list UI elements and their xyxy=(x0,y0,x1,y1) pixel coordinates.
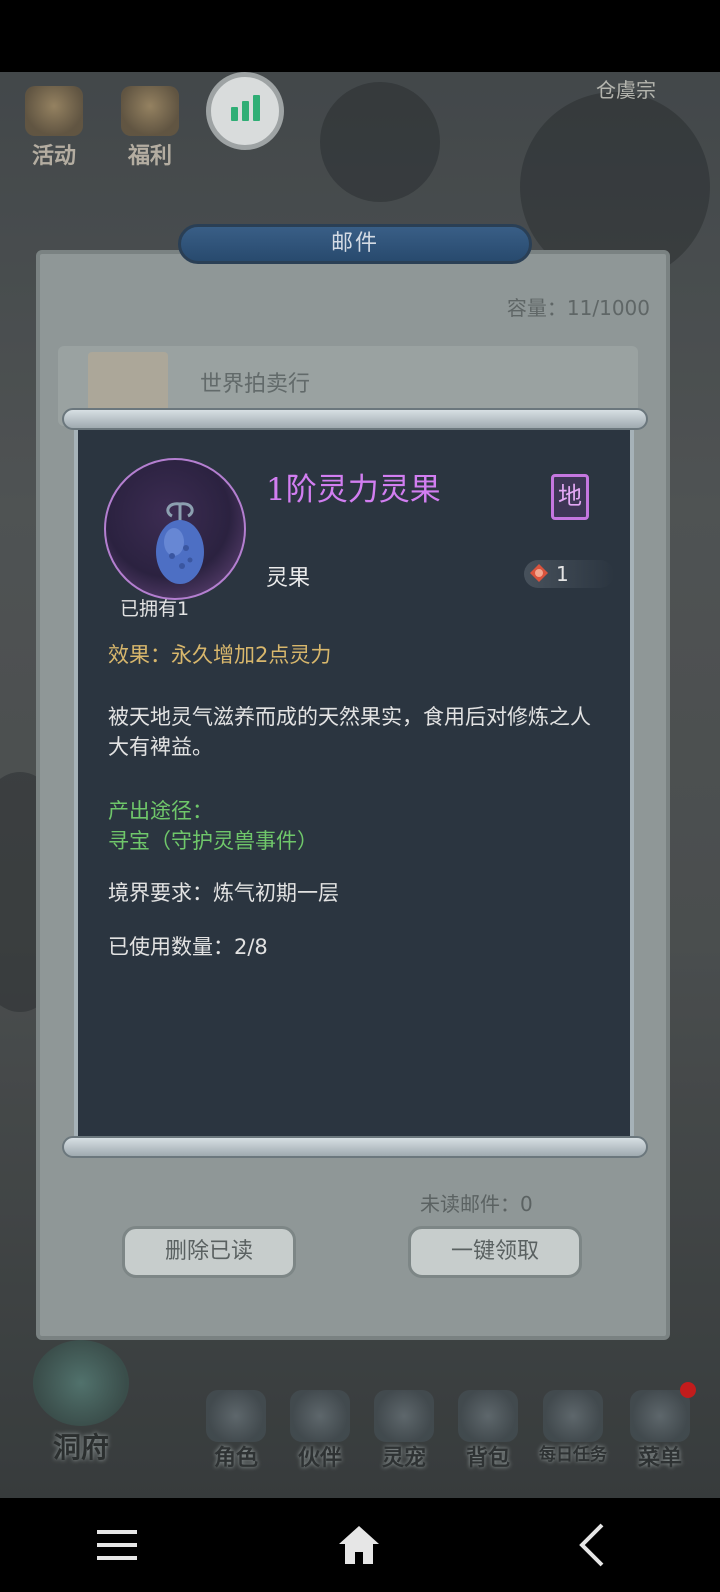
nav-companion[interactable]: 伙伴 xyxy=(280,1390,360,1472)
unread-count: 未读邮件：0 xyxy=(420,1192,533,1216)
claim-all-button[interactable]: 一键领取 xyxy=(408,1226,582,1278)
signal-bar xyxy=(241,101,249,121)
notification-dot xyxy=(680,1382,696,1398)
spirit-fruit-icon xyxy=(156,502,204,584)
signal-button[interactable] xyxy=(206,72,284,150)
event-label: 活动 xyxy=(31,143,76,169)
signal-bars-icon xyxy=(230,107,238,121)
nav-menu[interactable]: 菜单 xyxy=(620,1390,700,1472)
mail-entry-title: 世界拍卖行 xyxy=(200,372,311,397)
cave-icon xyxy=(33,1340,129,1426)
companion-icon xyxy=(290,1390,350,1442)
popup-bottom-rail xyxy=(62,1136,648,1158)
recent-apps-button[interactable] xyxy=(72,1498,162,1592)
nav-label: 伙伴 xyxy=(297,1445,342,1471)
daily-task-icon xyxy=(543,1390,603,1442)
welfare-label: 福利 xyxy=(127,143,172,169)
menu-lines-icon xyxy=(97,1530,137,1560)
event-button[interactable]: 活动 xyxy=(22,86,86,169)
item-description: 被天地灵气滋养而成的天然果实，食用后对修炼之人大有裨益。 xyxy=(108,705,591,759)
event-icon xyxy=(25,86,83,136)
home-icon xyxy=(339,1526,379,1564)
background-decoration xyxy=(320,82,440,202)
pet-icon xyxy=(374,1390,434,1442)
nav-label: 每日任务 xyxy=(539,1445,607,1465)
home-button[interactable] xyxy=(314,1498,404,1592)
nav-pet[interactable]: 灵宠 xyxy=(364,1390,444,1472)
mail-capacity: 容量：11/1000 xyxy=(506,296,650,320)
source-label: 产出途径： xyxy=(108,799,213,823)
back-icon xyxy=(579,1523,604,1567)
sect-name: 仓虞宗 xyxy=(596,78,656,102)
system-navigation-bar xyxy=(0,1498,720,1592)
source-value: 寻宝（守护灵兽事件） xyxy=(108,829,318,853)
spirit-stone-icon xyxy=(530,564,548,582)
menu-icon xyxy=(630,1390,690,1442)
item-name: 1阶灵力灵果 xyxy=(266,472,441,508)
bag-icon xyxy=(458,1390,518,1442)
character-icon xyxy=(206,1390,266,1442)
status-bar xyxy=(0,0,720,72)
mail-title: 邮件 xyxy=(178,224,532,264)
item-effect: 效果：永久增加2点灵力 xyxy=(108,643,332,667)
nav-label: 灵宠 xyxy=(381,1445,426,1471)
realm-requirement: 境界要求：炼气初期一层 xyxy=(108,881,339,905)
cave-label: 洞府 xyxy=(52,1431,109,1464)
nav-label: 背包 xyxy=(465,1445,510,1471)
owned-count: 已拥有1 xyxy=(120,598,190,620)
back-button[interactable] xyxy=(546,1498,636,1592)
popup-top-rail xyxy=(62,408,648,430)
signal-bar xyxy=(252,95,260,121)
nav-daily-task[interactable]: 每日任务 xyxy=(528,1390,618,1465)
nav-bag[interactable]: 背包 xyxy=(448,1390,528,1472)
delete-read-button[interactable]: 删除已读 xyxy=(122,1226,296,1278)
mail-entry-icon xyxy=(88,352,168,412)
gift-icon xyxy=(121,86,179,136)
nav-character[interactable]: 角色 xyxy=(196,1390,276,1472)
cave-button[interactable]: 洞府 xyxy=(26,1340,136,1466)
welfare-button[interactable]: 福利 xyxy=(118,86,182,169)
rank-seal: 地 xyxy=(551,474,589,520)
quantity-value: 1 xyxy=(556,562,569,586)
item-type: 灵果 xyxy=(266,566,311,591)
nav-label: 菜单 xyxy=(637,1445,682,1471)
nav-label: 角色 xyxy=(213,1445,258,1471)
used-count: 已使用数量：2/8 xyxy=(108,935,268,959)
